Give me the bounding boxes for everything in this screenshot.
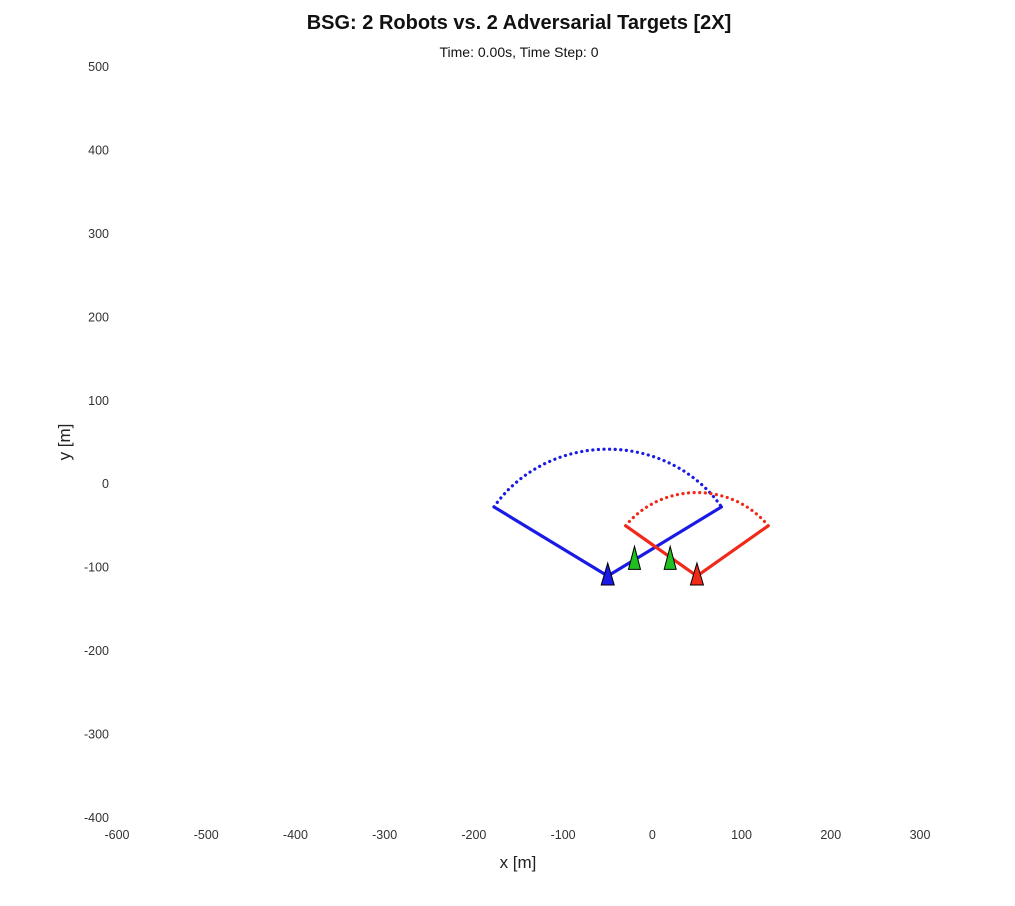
x-tick-label: -500 [194,828,219,842]
x-axis-label: x [m] [500,853,537,872]
y-tick-label: -100 [84,561,109,575]
y-tick-label: 400 [88,143,109,157]
x-tick-label: -100 [551,828,576,842]
fov-edge-left [492,505,610,578]
x-tick-label: -300 [372,828,397,842]
fov-edge-right [695,524,770,578]
y-tick-label: -300 [84,728,109,742]
y-tick-label: -400 [84,811,109,825]
x-tick-label: -600 [104,828,129,842]
y-axis-label: y [m] [55,424,74,461]
x-axis-ticks: -600 -500 -400 -300 -200 -100 0 100 200 300 [104,828,930,842]
chart-subtitle: Time: 0.00s, Time Step: 0 [440,44,599,60]
y-tick-label: 0 [102,477,109,491]
y-tick-label: 500 [88,60,109,74]
y-tick-label: 100 [88,394,109,408]
y-tick-label: 200 [88,310,109,324]
chart-title: BSG: 2 Robots vs. 2 Adversarial Targets … [307,12,732,34]
y-tick-label: 300 [88,227,109,241]
x-tick-label: -200 [461,828,486,842]
x-tick-label: 0 [649,828,656,842]
x-tick-label: -400 [283,828,308,842]
x-tick-label: 200 [820,828,841,842]
x-tick-label: 300 [910,828,931,842]
x-tick-label: 100 [731,828,752,842]
fov-arc [492,447,724,509]
y-tick-label: -200 [84,644,109,658]
y-axis-ticks: -400 -300 -200 -100 0 100 200 300 400 500 [84,60,109,825]
target-marker [663,544,677,570]
chart-figure: BSG: 2 Robots vs. 2 Adversarial Targets … [55,12,930,872]
plot-area [492,447,770,586]
fov-edge-right [606,505,724,578]
